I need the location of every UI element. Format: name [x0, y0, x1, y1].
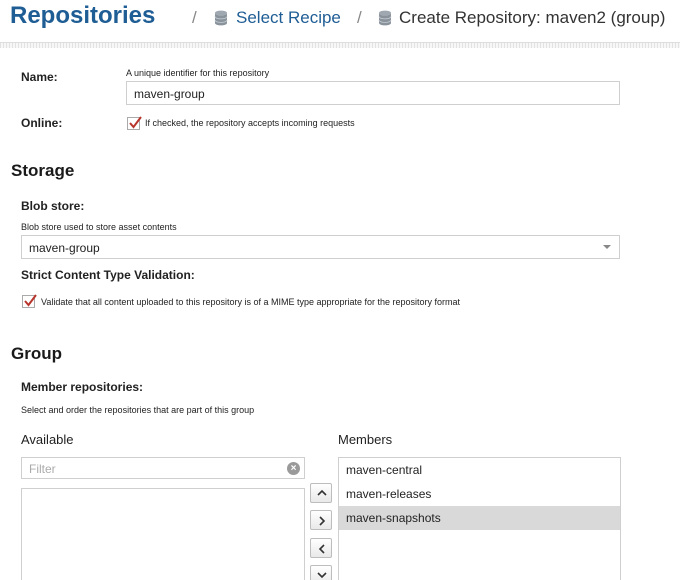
group-heading: Group [11, 344, 62, 363]
database-icon [378, 10, 392, 26]
name-label: Name: [21, 70, 58, 84]
breadcrumb: Repositories / Select Recipe / Create Re… [0, 0, 680, 40]
breadcrumb-separator: / [357, 8, 362, 27]
strict-validation-label: Strict Content Type Validation: [21, 268, 195, 282]
add-to-members-button[interactable] [310, 510, 332, 530]
move-down-button[interactable] [310, 565, 332, 580]
member-item-maven-snapshots[interactable]: maven-snapshots [339, 506, 620, 530]
available-filter-input[interactable]: Filter × [21, 457, 305, 479]
available-list[interactable] [21, 488, 305, 580]
storage-heading: Storage [11, 161, 75, 180]
online-checkbox-label: If checked, the repository accepts incom… [145, 118, 355, 128]
strict-validation-checkbox[interactable] [22, 294, 37, 308]
breadcrumb-title[interactable]: Repositories [10, 2, 155, 30]
members-heading: Members [338, 432, 393, 447]
filter-placeholder: Filter [29, 462, 56, 476]
checkmark-icon [24, 294, 37, 307]
dropdown-arrow-icon [603, 245, 611, 249]
move-up-button[interactable] [310, 483, 332, 503]
breadcrumb-separator: / [192, 8, 197, 27]
breadcrumb-select-recipe-link[interactable]: Select Recipe [236, 8, 341, 28]
strict-validation-checkbox-label: Validate that all content uploaded to th… [41, 297, 461, 307]
blob-store-select[interactable]: maven-group [21, 235, 620, 259]
chevron-up-icon [317, 489, 327, 496]
members-list[interactable]: maven-central maven-releases maven-snaps… [338, 457, 621, 580]
member-item-maven-releases[interactable]: maven-releases [339, 482, 620, 506]
online-label: Online: [21, 116, 63, 130]
clear-icon[interactable]: × [287, 462, 300, 475]
chevron-right-icon [319, 516, 326, 526]
chevron-left-icon [318, 544, 325, 554]
chevron-down-icon [317, 572, 327, 579]
remove-from-members-button[interactable] [310, 538, 332, 558]
database-icon [214, 10, 228, 26]
checkmark-icon [129, 116, 142, 129]
online-checkbox[interactable] [127, 116, 142, 130]
blob-store-value: maven-group [29, 241, 100, 255]
blob-store-help: Blob store used to store asset contents [21, 222, 177, 232]
available-heading: Available [21, 432, 74, 447]
member-repositories-help: Select and order the repositories that a… [21, 405, 255, 415]
blob-store-label: Blob store: [21, 199, 85, 213]
name-help: A unique identifier for this repository [126, 68, 270, 78]
name-input[interactable]: maven-group [126, 81, 620, 105]
member-repositories-label: Member repositories: [21, 380, 144, 394]
breadcrumb-current: Create Repository: maven2 (group) [399, 8, 666, 27]
member-item-maven-central[interactable]: maven-central [339, 458, 620, 482]
